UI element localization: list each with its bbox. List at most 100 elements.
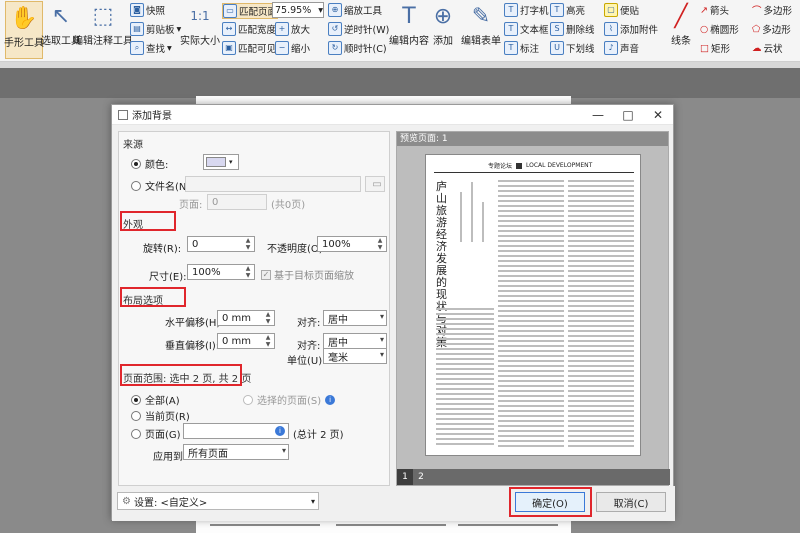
- sticky-note-button[interactable]: ▢ 便贴: [604, 3, 639, 17]
- add-button[interactable]: ⊕ 添加: [428, 0, 458, 48]
- cloud-label: 云状: [763, 44, 783, 55]
- halign-value: 居中: [328, 314, 348, 326]
- folder-icon: ▭: [372, 178, 382, 190]
- unit-select[interactable]: 毫米 ▾: [323, 348, 387, 364]
- callout-button[interactable]: T 标注: [504, 41, 539, 55]
- polygon-button[interactable]: ⬠ 多边形: [752, 22, 791, 37]
- page-row: 页面:: [179, 196, 202, 211]
- pages-total: (总计 2 页): [293, 430, 344, 441]
- fit-visible-label: 匹配可见: [238, 44, 277, 55]
- valign-select[interactable]: 居中 ▾: [323, 333, 387, 349]
- edit-form-button[interactable]: ✎ 编辑表单: [460, 0, 502, 48]
- zoom-tool-label: 缩放工具: [344, 6, 383, 17]
- zoom-tool-button[interactable]: ⊕ 缩放工具: [328, 3, 382, 17]
- maximize-icon[interactable]: □: [613, 108, 643, 122]
- ellipse-button[interactable]: ○ 椭圆形: [700, 22, 739, 37]
- fit-width-button[interactable]: ↔ 匹配宽度: [222, 22, 276, 36]
- preview-panel: 预览页面: 1 专题论坛 LOCAL DEVELOPMENT 庐山旅游经济发展的…: [396, 131, 670, 486]
- ribbon-toolbar: ✋ 手形工具 ↖ 选取工具 ⬚ 编辑注释工具 ◙ 快照 ▤ 剪贴板 ▾ ⌕ 查找 ▾ 1:…: [0, 0, 800, 62]
- page-input[interactable]: 0: [207, 194, 267, 210]
- radio-selected-icon: [131, 158, 141, 169]
- zoom-combo[interactable]: 75.95% ▾: [272, 2, 324, 18]
- typewriter-button[interactable]: T 打字机: [504, 3, 549, 17]
- add-background-dialog: 添加背景 — □ ✕ 来源 颜色: ▾ 文件名(N): ▭ 页面: 0 (共0页…: [111, 104, 675, 521]
- preview-page-tab[interactable]: 2: [413, 469, 429, 485]
- fit-page-button[interactable]: ▭ 匹配页面: [222, 3, 279, 19]
- color-picker[interactable]: ▾: [203, 154, 239, 170]
- preview-column-1: [498, 177, 564, 450]
- radio-unselected-icon: [131, 410, 141, 421]
- attach-file-button[interactable]: ⌇ 添加附件: [604, 22, 658, 36]
- hoffset-input[interactable]: 0 mm ▲ ▼: [217, 310, 275, 326]
- info-icon[interactable]: i: [275, 426, 285, 436]
- halign-select[interactable]: 居中 ▾: [323, 310, 387, 326]
- strikeout-button[interactable]: S 删除线: [550, 22, 595, 36]
- highlight-button[interactable]: T 高亮: [550, 3, 585, 17]
- highlight-box-appearance: [120, 211, 176, 231]
- edit-annotation-button[interactable]: ⬚ 编辑注释工具: [73, 0, 133, 48]
- rotate-input[interactable]: 0 ▲ ▼: [187, 236, 255, 252]
- line-button[interactable]: ╱ 线条: [666, 0, 696, 48]
- fit-visible-icon: ▣: [222, 41, 236, 55]
- size-input[interactable]: 100% ▲ ▼: [187, 264, 255, 280]
- preview-label: 预览页面: 1: [397, 132, 668, 146]
- preview-header-right: LOCAL DEVELOPMENT: [526, 162, 593, 169]
- current-page-radio[interactable]: 当前页(R): [131, 408, 190, 423]
- browse-button[interactable]: ▭: [365, 176, 385, 192]
- settings-select[interactable]: ⚙ 设置: <自定义> ▾: [117, 492, 319, 510]
- underline-button[interactable]: U 下划线: [550, 41, 595, 55]
- color-radio[interactable]: 颜色:: [131, 156, 168, 171]
- hand-icon: ✋: [10, 5, 38, 31]
- arrow-button[interactable]: ↗ 箭头: [700, 3, 729, 18]
- edit-content-button[interactable]: T 编辑内容: [388, 0, 430, 48]
- checkbox-checked-icon: ✓: [261, 269, 271, 280]
- close-icon[interactable]: ✕: [643, 108, 673, 122]
- voffset-label: 垂直偏移(I):: [165, 341, 220, 352]
- find-label: 查找: [146, 44, 166, 55]
- chevron-down-icon: ▾: [310, 496, 315, 506]
- cancel-button[interactable]: 取消(C): [596, 492, 666, 512]
- zoom-out-button[interactable]: − 缩小: [275, 41, 310, 55]
- scale-label: 基于目标页面缩放: [274, 271, 354, 282]
- find-button[interactable]: ⌕ 查找 ▾: [130, 41, 172, 55]
- doc-text-line: [210, 524, 320, 526]
- selected-pages-radio[interactable]: 选择的页面(S) i: [243, 392, 336, 407]
- textbox-button[interactable]: T 文本框: [504, 22, 549, 36]
- zoom-in-button[interactable]: + 放大: [275, 22, 310, 36]
- apply-to-select[interactable]: 所有页面 ▾: [183, 444, 289, 460]
- zoom-tool-icon: ⊕: [328, 3, 342, 17]
- line-icon: ╱: [674, 3, 688, 29]
- opacity-input[interactable]: 100% ▲ ▼: [317, 236, 387, 252]
- fit-page-icon: ▭: [223, 4, 237, 18]
- info-icon[interactable]: i: [325, 394, 336, 405]
- rotate-cw-button[interactable]: ↻ 顺时针(C): [328, 41, 387, 55]
- doc-text-line: [336, 524, 446, 526]
- unit-value: 毫米: [328, 352, 348, 364]
- cloud-button[interactable]: ☁ 云状: [752, 41, 783, 56]
- attach-file-label: 添加附件: [620, 25, 659, 36]
- all-pages-radio[interactable]: 全部(A): [131, 392, 180, 407]
- hand-tool-button[interactable]: ✋ 手形工具: [4, 1, 44, 59]
- clipboard-button[interactable]: ▤ 剪贴板 ▾: [130, 22, 181, 36]
- minimize-icon[interactable]: —: [583, 108, 613, 122]
- rotate-ccw-button[interactable]: ↺ 逆时针(W): [328, 22, 389, 36]
- arrow-label: 箭头: [709, 6, 729, 17]
- clipboard-icon: ▤: [130, 22, 144, 36]
- pages-input[interactable]: i: [183, 423, 289, 439]
- line-label: 线条: [671, 36, 691, 47]
- filename-input[interactable]: [185, 176, 361, 192]
- preview-page-tab[interactable]: 1: [397, 469, 413, 485]
- polyline-button[interactable]: ⌒ 多边形: [752, 3, 792, 17]
- rectangle-button[interactable]: □ 矩形: [700, 41, 730, 56]
- rotate-value: 0: [192, 238, 199, 250]
- snapshot-button[interactable]: ◙ 快照: [130, 3, 165, 17]
- radio-unselected-icon: [243, 394, 253, 405]
- sound-button[interactable]: ♪ 声音: [604, 41, 639, 55]
- voffset-input[interactable]: 0 mm ▲ ▼: [217, 333, 275, 349]
- actual-size-button[interactable]: 1:1 实际大小: [180, 0, 220, 47]
- fit-visible-button[interactable]: ▣ 匹配可见: [222, 41, 276, 55]
- edit-form-icon: ✎: [471, 3, 491, 29]
- preview-header-left: 专题论坛: [488, 163, 513, 170]
- pages-radio[interactable]: 页面(G): [131, 426, 181, 441]
- scale-checkbox[interactable]: ✓ 基于目标页面缩放: [261, 267, 354, 282]
